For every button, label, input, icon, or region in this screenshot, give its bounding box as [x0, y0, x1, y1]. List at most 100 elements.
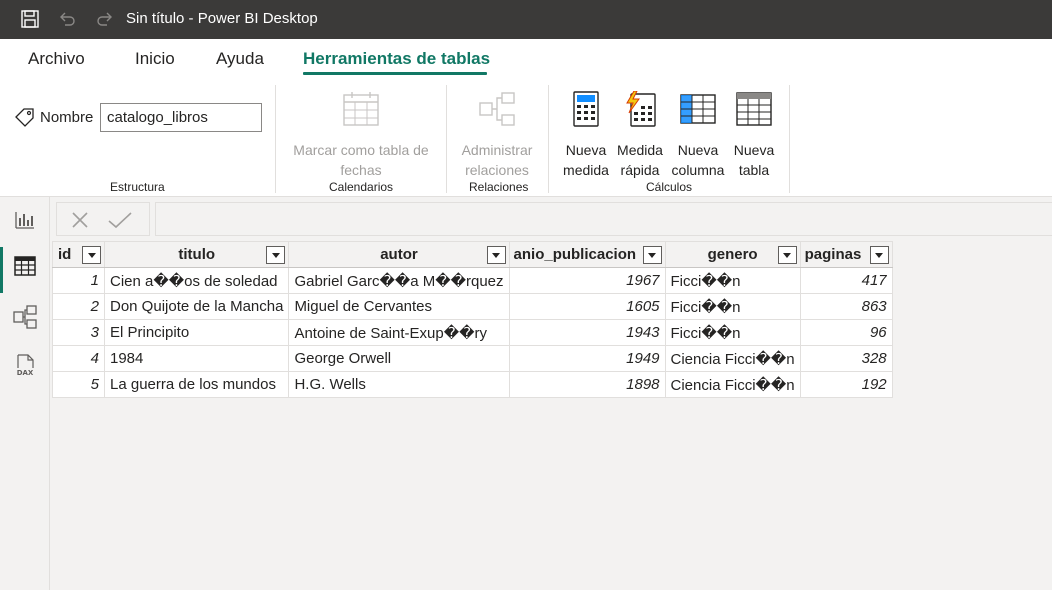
cell-titulo[interactable]: El Principito: [103, 319, 290, 346]
tag-icon: [14, 107, 36, 132]
column-header-autor[interactable]: autor: [288, 241, 510, 268]
new-column-button[interactable]: Nueva columna: [668, 91, 728, 180]
tab-ayuda[interactable]: Ayuda: [216, 49, 264, 69]
window-title: Sin título - Power BI Desktop: [126, 10, 318, 27]
cell-genero[interactable]: Ficci��n: [664, 267, 801, 294]
cell-id[interactable]: 5: [52, 371, 105, 398]
commit-check-icon[interactable]: [107, 211, 133, 234]
filter-dropdown-button[interactable]: [777, 246, 797, 264]
filter-dropdown-button[interactable]: [869, 246, 889, 264]
cell-titulo[interactable]: Don Quijote de la Mancha: [103, 293, 290, 320]
column-header-paginas[interactable]: paginas: [799, 241, 893, 268]
filter-dropdown-button[interactable]: [486, 246, 506, 264]
model-view-button[interactable]: [0, 296, 50, 342]
group-divider: [446, 85, 447, 193]
header-row: id titulo autor anio_publicacion genero …: [52, 241, 893, 268]
formula-input[interactable]: [155, 202, 1052, 236]
table-row[interactable]: 5 La guerra de los mundos H.G. Wells 189…: [52, 371, 893, 398]
cell-autor[interactable]: George Orwell: [288, 345, 510, 372]
group-divider: [789, 85, 790, 193]
manage-relationships-label-line1: Administrar: [461, 142, 533, 158]
tab-herramientas-de-tablas[interactable]: Herramientas de tablas: [303, 49, 490, 69]
manage-relationships-button[interactable]: Administrar relaciones: [456, 91, 538, 180]
cell-titulo[interactable]: La guerra de los mundos: [103, 371, 290, 398]
cell-anio-publicacion[interactable]: 1949: [508, 345, 666, 372]
group-label-relaciones: Relaciones: [469, 180, 529, 194]
tab-archivo[interactable]: Archivo: [28, 49, 85, 69]
cell-paginas[interactable]: 417: [799, 267, 893, 294]
report-view-icon: [14, 210, 36, 235]
cell-paginas[interactable]: 328: [799, 345, 893, 372]
table-row[interactable]: 4 1984 George Orwell 1949 Ciencia Ficci�…: [52, 345, 893, 372]
cell-autor[interactable]: H.G. Wells: [288, 371, 510, 398]
column-header-genero[interactable]: genero: [664, 241, 801, 268]
formula-bar-buttons: [56, 202, 150, 236]
quick-measure-label-line1: Medida: [617, 142, 663, 158]
dax-query-view-button[interactable]: DAX: [0, 345, 50, 391]
cell-id[interactable]: 2: [52, 293, 105, 320]
new-column-icon: [679, 91, 717, 132]
filter-dropdown-button[interactable]: [642, 246, 662, 264]
group-label-estructura: Estructura: [110, 180, 165, 194]
cell-anio-publicacion[interactable]: 1943: [508, 319, 666, 346]
left-view-nav: DAX: [0, 197, 50, 590]
cell-anio-publicacion[interactable]: 1605: [508, 293, 666, 320]
group-label-calculos: Cálculos: [646, 180, 693, 194]
active-tab-indicator: [303, 72, 487, 75]
ribbon-body: Nombre Estructura Marcar como tabla de f…: [0, 79, 1052, 197]
manage-relationships-label-line2: relaciones: [465, 162, 529, 178]
report-view-button[interactable]: [0, 199, 50, 245]
cell-genero[interactable]: Ciencia Ficci��n: [664, 345, 801, 372]
filter-dropdown-button[interactable]: [82, 246, 101, 264]
filter-dropdown-button[interactable]: [266, 246, 286, 264]
group-divider: [548, 85, 549, 193]
column-header-anio-publicacion[interactable]: anio_publicacion: [508, 241, 666, 268]
cell-anio-publicacion[interactable]: 1967: [508, 267, 666, 294]
new-table-button[interactable]: Nueva tabla: [730, 91, 778, 180]
quick-measure-button[interactable]: Medida rápida: [614, 90, 666, 180]
new-column-label-line1: Nueva: [677, 142, 719, 158]
data-view-button[interactable]: [0, 245, 50, 293]
data-view-icon: [14, 255, 36, 281]
cell-titulo[interactable]: Cien a��os de soledad: [103, 267, 290, 294]
redo-icon[interactable]: [94, 8, 116, 30]
mark-as-date-table-button[interactable]: Marcar como tabla de fechas: [288, 91, 434, 180]
data-table: id titulo autor anio_publicacion genero …: [52, 241, 893, 398]
new-measure-button[interactable]: Nueva medida: [560, 91, 612, 180]
new-table-icon: [735, 91, 773, 132]
model-view-icon: [13, 304, 37, 334]
cell-paginas[interactable]: 96: [799, 319, 893, 346]
svg-text:DAX: DAX: [17, 369, 34, 377]
new-measure-label-line2: medida: [563, 162, 609, 178]
mark-as-date-table-label-line2: fechas: [340, 162, 382, 178]
table-row[interactable]: 3 El Principito Antoine de Saint-Exup��r…: [52, 319, 893, 346]
save-icon[interactable]: [19, 8, 41, 30]
column-header-id[interactable]: id: [52, 241, 105, 268]
column-header-titulo[interactable]: titulo: [103, 241, 290, 268]
new-measure-label-line1: Nueva: [565, 142, 607, 158]
cell-paginas[interactable]: 192: [799, 371, 893, 398]
cell-paginas[interactable]: 863: [799, 293, 893, 320]
cell-genero[interactable]: Ficci��n: [664, 293, 801, 320]
cell-id[interactable]: 1: [52, 267, 105, 294]
new-column-label-line2: columna: [671, 162, 725, 178]
table-row[interactable]: 2 Don Quijote de la Mancha Miguel de Cer…: [52, 293, 893, 320]
tab-inicio[interactable]: Inicio: [135, 49, 175, 69]
table-row[interactable]: 1 Cien a��os de soledad Gabriel Garc��a …: [52, 267, 893, 294]
cell-autor[interactable]: Miguel de Cervantes: [288, 293, 510, 320]
new-table-label-line2: tabla: [738, 162, 770, 178]
cell-anio-publicacion[interactable]: 1898: [508, 371, 666, 398]
cell-genero[interactable]: Ficci��n: [664, 319, 801, 346]
cell-id[interactable]: 4: [52, 345, 105, 372]
ribbon-tabs: Archivo Inicio Ayuda Herramientas de tab…: [0, 39, 1052, 79]
undo-icon[interactable]: [56, 8, 78, 30]
name-label: Nombre: [40, 109, 94, 126]
cell-id[interactable]: 3: [52, 319, 105, 346]
cell-autor[interactable]: Antoine de Saint-Exup��ry: [288, 319, 510, 346]
cell-autor[interactable]: Gabriel Garc��a M��rquez: [288, 267, 510, 294]
cell-genero[interactable]: Ciencia Ficci��n: [664, 371, 801, 398]
table-name-input[interactable]: [100, 103, 262, 132]
cancel-x-icon[interactable]: [71, 211, 89, 234]
cell-titulo[interactable]: 1984: [103, 345, 290, 372]
relationships-icon: [478, 91, 516, 132]
